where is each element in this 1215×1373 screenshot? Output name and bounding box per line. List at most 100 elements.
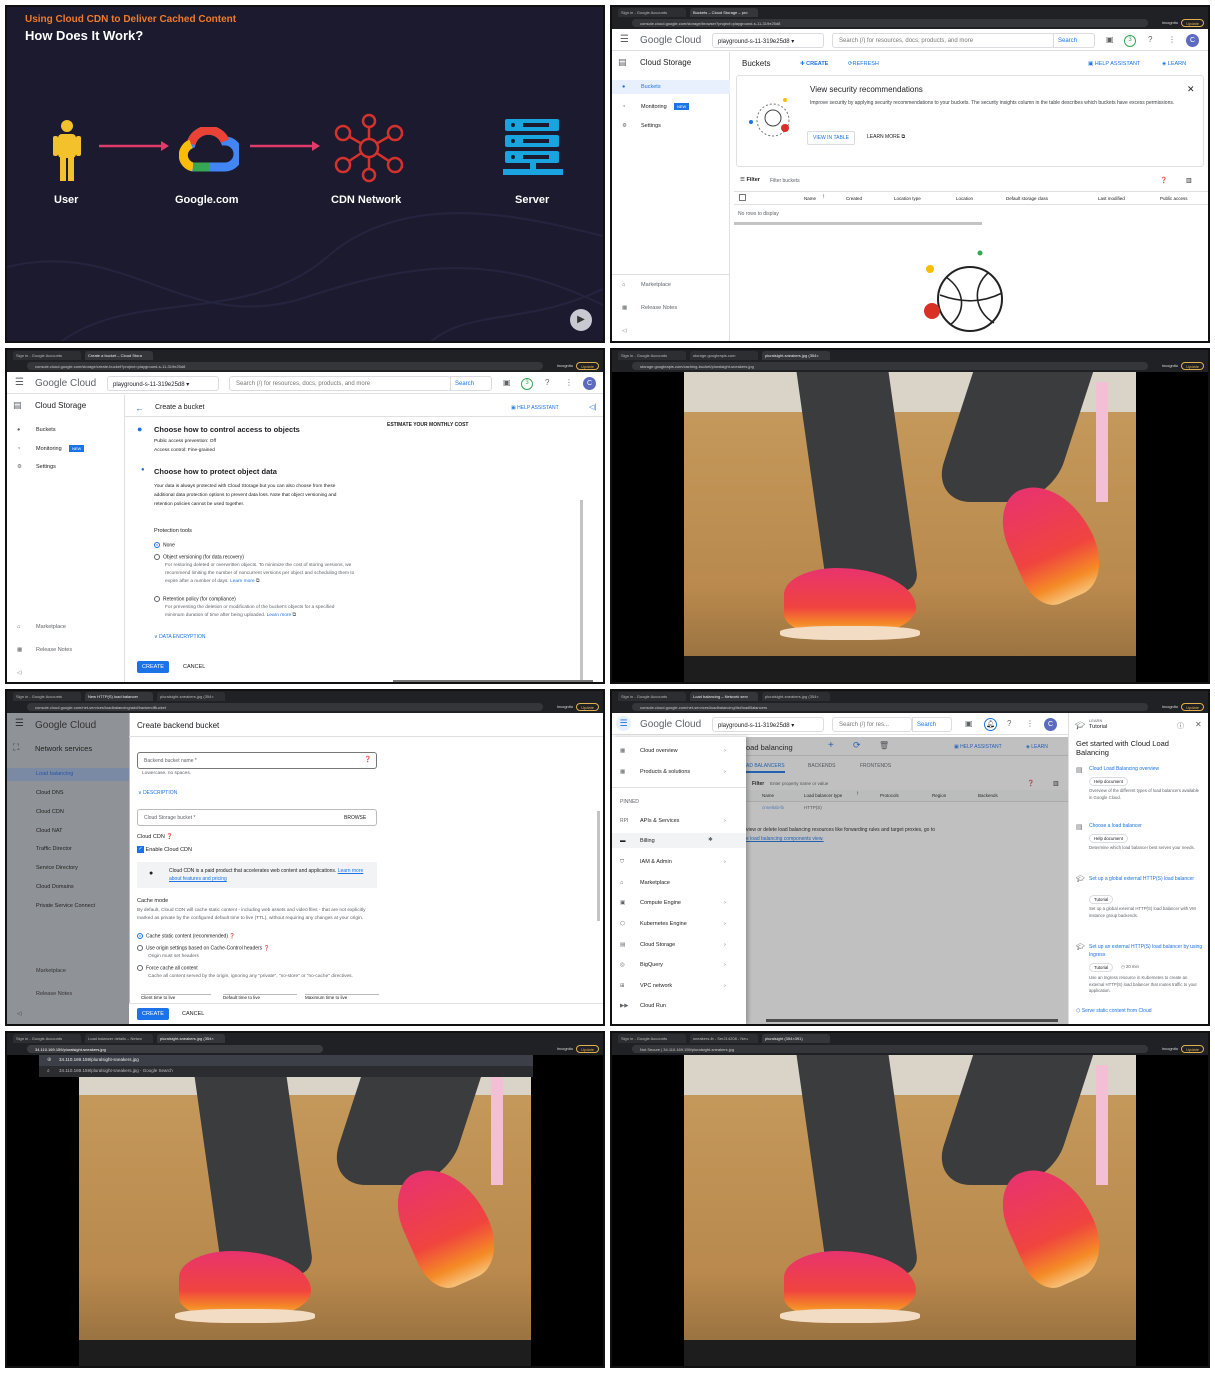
enable-cdn-checkbox[interactable]: ✓ Enable Cloud CDN <box>137 846 192 853</box>
info-icon[interactable]: ⓘ <box>1177 721 1184 731</box>
refresh-button[interactable]: ⟳REFRESH <box>848 61 879 67</box>
help-icon[interactable]: ❓ <box>364 756 371 763</box>
project-selector[interactable]: playground-s-11-319e25d8 ▾ <box>107 376 219 391</box>
address-bar[interactable]: console.cloud.google.com/storage/browser… <box>632 19 1148 27</box>
search-input[interactable]: Search (/) for resources, docs, products… <box>229 376 451 391</box>
col-created[interactable]: Created <box>846 196 862 201</box>
horizontal-scrollbar[interactable] <box>393 680 593 682</box>
learn-more-link[interactable]: Learn more <box>267 613 292 618</box>
update-button[interactable]: Update <box>1181 362 1204 370</box>
col-last-modified[interactable]: Last modified <box>1098 196 1125 201</box>
collapse-icon[interactable]: ◁ <box>17 670 21 676</box>
project-selector[interactable]: playground-s-11-319e25d8 ▾ <box>712 717 824 732</box>
create-button[interactable]: CREATE <box>137 661 169 673</box>
pin-icon[interactable]: ✱ <box>708 837 713 843</box>
google-cloud-logo[interactable]: Google Cloud <box>35 378 96 389</box>
vertical-scrollbar[interactable] <box>580 500 583 680</box>
menu-item-bigquery[interactable]: BigQuery <box>640 962 663 968</box>
google-cloud-logo[interactable]: Google Cloud <box>640 719 701 730</box>
learn-button[interactable]: ◈ LEARN <box>1162 61 1186 67</box>
select-all-checkbox[interactable] <box>739 194 746 201</box>
browser-tab[interactable]: sneakers-lb - Ser214208 - Neu <box>690 1034 758 1043</box>
backend-bucket-name-input[interactable]: Backend bucket name * ❓ <box>137 752 377 769</box>
menu-item-apis[interactable]: APIs & Services <box>640 818 679 824</box>
cancel-button[interactable]: CANCEL <box>183 664 205 670</box>
menu-item-cloud-overview[interactable]: Cloud overview <box>640 748 678 754</box>
collapse-icon[interactable]: ◁ <box>17 1011 21 1017</box>
avatar[interactable]: C <box>583 377 596 390</box>
sidebar-item-cloud-dns[interactable]: Cloud DNS <box>36 790 64 796</box>
col-public-access[interactable]: Public access <box>1160 196 1188 201</box>
help-icon[interactable]: ? <box>1007 719 1011 728</box>
menu-item-cloud-storage[interactable]: Cloud Storage <box>640 942 675 948</box>
data-encryption-toggle[interactable]: ∨ DATA ENCRYPTION <box>154 634 205 640</box>
browser-tab[interactable]: Load balancer details – Netwo <box>85 1034 153 1043</box>
avatar[interactable]: C <box>1186 34 1199 47</box>
sidebar-item-settings[interactable]: Settings <box>36 464 56 470</box>
radio-object-versioning[interactable]: Object versioning (for data recovery) <box>154 554 244 560</box>
collapse-panel-icon[interactable]: ◁| <box>589 403 596 411</box>
sidebar-item-marketplace[interactable]: Marketplace <box>641 282 671 288</box>
avatar[interactable]: C <box>1044 718 1057 731</box>
browser-tab-active[interactable]: pluralsight (354×391) <box>762 1034 830 1043</box>
project-selector[interactable]: playground-s-11-319e25d8 ▾ <box>712 33 824 48</box>
filter-icon[interactable]: ☰ Filter <box>740 177 760 183</box>
storage-bucket-input[interactable]: Cloud Storage bucket * BROWSE <box>137 809 377 826</box>
menu-item-products[interactable]: Products & solutions <box>640 769 690 775</box>
learn-more-link[interactable]: Learn more <box>230 579 255 584</box>
create-button[interactable]: CREATE <box>137 1008 169 1020</box>
client-ttl-field[interactable]: Client time to live <box>141 994 211 1000</box>
radio-none[interactable]: None <box>154 542 175 548</box>
card-4-title[interactable]: Set up an external HTTP(S) load balancer… <box>1089 943 1207 959</box>
col-location-type[interactable]: Location type <box>894 196 921 201</box>
sidebar-item-buckets[interactable] <box>612 80 730 94</box>
address-bar[interactable]: Not Secure | 34.110.169.159/pluralsight-… <box>632 1045 1148 1053</box>
menu-item-billing[interactable]: Billing <box>640 838 655 844</box>
update-button[interactable]: Update <box>1181 1045 1204 1053</box>
help-icon[interactable]: ? <box>1148 35 1152 44</box>
sidebar-item-marketplace[interactable]: Marketplace <box>36 624 66 630</box>
radio-use-origin[interactable]: Use origin settings based on Cache-Contr… <box>137 945 270 951</box>
sidebar-item-cloud-cdn[interactable]: Cloud CDN <box>36 809 64 815</box>
sidebar-item-marketplace[interactable]: Marketplace <box>36 968 66 974</box>
sidebar-item-release-notes[interactable]: Release Notes <box>36 647 72 653</box>
more-vert-icon[interactable]: ⋮ <box>565 378 573 387</box>
sidebar-item-cloud-domains[interactable]: Cloud Domains <box>36 884 74 890</box>
address-bar[interactable]: console.cloud.google.com/net-services/lo… <box>632 703 1148 711</box>
notification-bell-icon[interactable]: 🔔︎ <box>984 718 997 731</box>
search-button[interactable]: Search <box>1053 33 1095 48</box>
update-button[interactable]: Update <box>1181 703 1204 711</box>
estimate-cost-link[interactable]: ESTIMATE YOUR MONTHLY COST <box>387 422 469 428</box>
update-button[interactable]: Update <box>576 703 599 711</box>
suggestion-2[interactable]: 34.110.169.159/pluralsight-sneakers.jpg … <box>59 1068 173 1073</box>
browser-tab[interactable]: pluralsight-sneakers.jpg (354× <box>762 692 830 701</box>
close-icon[interactable]: ✕ <box>1187 84 1195 95</box>
menu-item-marketplace[interactable]: Marketplace <box>640 880 670 886</box>
browser-tab[interactable]: Sign in - Google Accounts <box>618 692 686 701</box>
google-cloud-logo[interactable]: Google Cloud <box>640 35 701 46</box>
radio-force-cache[interactable]: Force cache all content <box>137 965 198 971</box>
google-cloud-logo[interactable]: Google Cloud <box>35 720 96 731</box>
learn-more-link[interactable]: LEARN MORE ⧉ <box>867 134 905 140</box>
card-1-title[interactable]: Cloud Load Balancing overview <box>1089 766 1207 772</box>
cancel-button[interactable]: CANCEL <box>182 1011 204 1017</box>
browser-tab-active[interactable]: Create a bucket – Cloud Stora <box>85 351 153 360</box>
col-storage-class[interactable]: Default storage class <box>1006 196 1048 201</box>
help-icon[interactable]: ? <box>545 378 549 387</box>
help-icon[interactable]: ❓ <box>1160 177 1167 184</box>
hamburger-menu-icon[interactable]: ☰ <box>15 377 24 388</box>
notification-badge[interactable]: 3 <box>521 378 533 390</box>
browser-tab[interactable]: Sign in - Google Accounts <box>618 8 686 17</box>
create-button[interactable]: ✚ CREATE <box>800 61 828 67</box>
search-input[interactable]: Search (/) for resources, docs, products… <box>832 33 1054 48</box>
more-vert-icon[interactable]: ⋮ <box>1168 35 1176 44</box>
browser-tab-active[interactable]: pluralsight-sneakers.jpg (354× <box>157 1034 225 1043</box>
update-button[interactable]: Update <box>1181 19 1204 27</box>
terminal-icon[interactable]: ▣ <box>1106 35 1114 44</box>
sidebar-item-release-notes[interactable]: Release Notes <box>641 305 677 311</box>
browser-tab[interactable]: storage.googleapis.com <box>690 351 758 360</box>
browser-tab-active[interactable]: pluralsight-sneakers.jpg (354× <box>762 351 830 360</box>
browser-tab[interactable]: Sign in - Google Accounts <box>618 351 686 360</box>
help-icon[interactable]: ❓ <box>264 945 270 951</box>
col-name[interactable]: Name <box>804 196 816 201</box>
